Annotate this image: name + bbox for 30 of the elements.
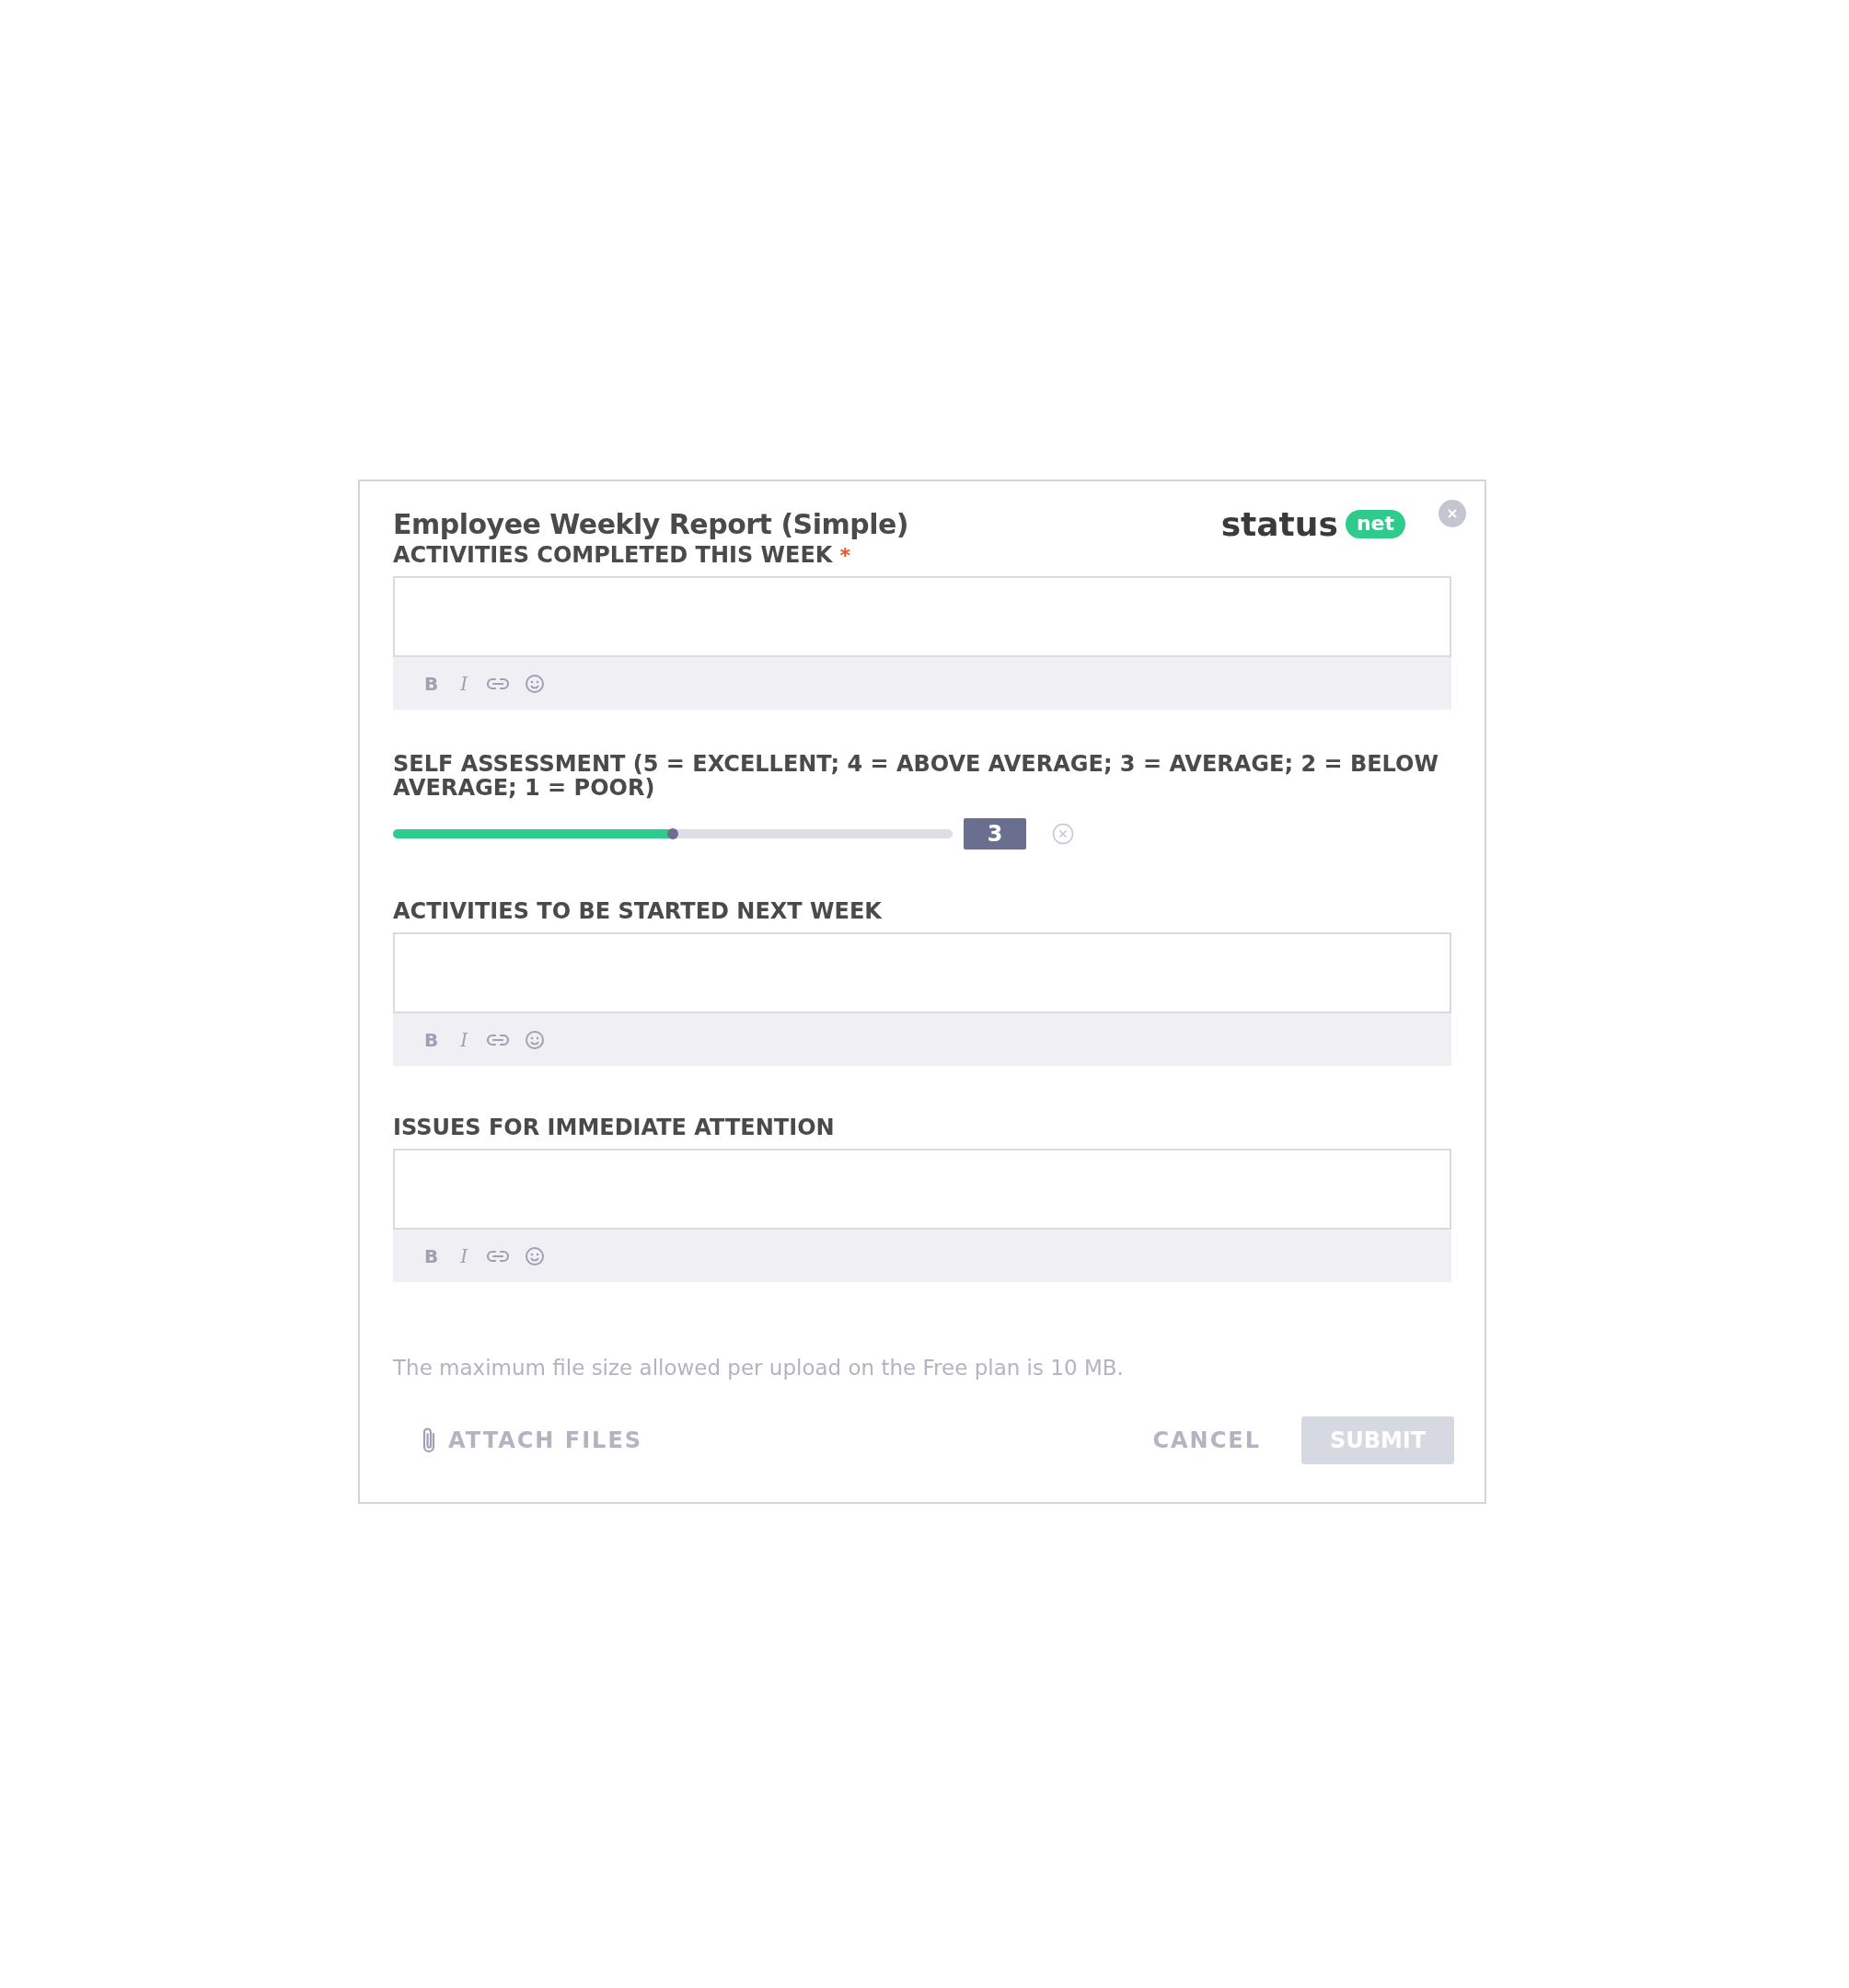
italic-button[interactable]: I (456, 672, 472, 695)
logo-text: status (1220, 505, 1338, 543)
rating-slider[interactable] (393, 829, 953, 838)
field-label: SELF ASSESSMENT (5 = EXCELLENT; 4 = ABOVE AVERAGE; 3 = AVERAGE; 2 = BELOW AVERAGE; 1 = POOR) (393, 752, 1439, 800)
emoji-icon[interactable] (525, 1245, 546, 1266)
close-icon[interactable] (1439, 500, 1466, 527)
dialog-title: Employee Weekly Report (Simple) (393, 508, 909, 540)
text-editor[interactable] (393, 1149, 1451, 1230)
logo-badge: net (1345, 510, 1405, 538)
field-label: ACTIVITIES COMPLETED THIS WEEK (393, 543, 833, 567)
emoji-icon[interactable] (525, 1029, 546, 1050)
bold-button[interactable]: B (421, 1244, 443, 1267)
italic-button[interactable]: I (456, 1028, 472, 1051)
text-editor[interactable] (393, 932, 1451, 1013)
emoji-icon[interactable] (525, 673, 546, 694)
link-icon[interactable] (486, 1032, 511, 1047)
link-icon[interactable] (486, 676, 511, 691)
attach-files-button[interactable]: ATTACH FILES (393, 1426, 643, 1455)
upload-note: The maximum file size allowed per upload on the Free plan is 10 MB. (393, 1356, 1125, 1380)
link-icon[interactable] (486, 1248, 511, 1264)
text-editor[interactable] (393, 576, 1451, 657)
italic-button[interactable]: I (456, 1244, 472, 1267)
clear-icon[interactable] (1052, 823, 1074, 845)
required-mark: * (839, 543, 850, 567)
bold-button[interactable]: B (421, 672, 443, 695)
field-label: ACTIVITIES TO BE STARTED NEXT WEEK (393, 899, 882, 923)
slider-value: 3 (964, 818, 1026, 850)
field-label: ISSUES FOR IMMEDIATE ATTENTION (393, 1115, 835, 1139)
cancel-button[interactable]: CANCEL (1147, 1427, 1266, 1454)
bold-button[interactable]: B (421, 1028, 443, 1051)
